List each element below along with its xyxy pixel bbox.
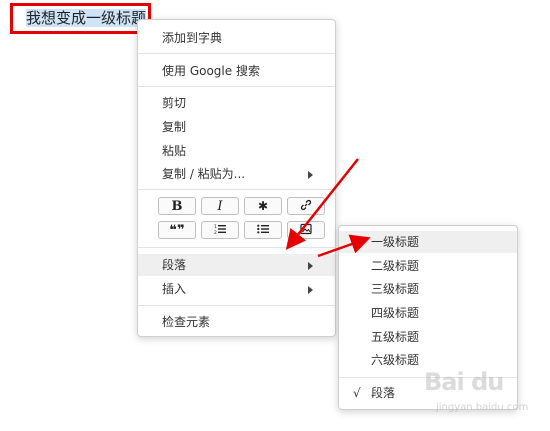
menu-separator (138, 247, 335, 248)
menu-item-paste[interactable]: 粘贴 (138, 140, 335, 162)
chevron-right-icon (308, 286, 313, 294)
asterisk-button[interactable]: ✱ (244, 197, 282, 215)
submenu-item-heading-1[interactable]: 一级标题 (339, 231, 517, 253)
ordered-list-icon: 12 (214, 223, 226, 237)
baidu-watermark: Bai du jingyan.baidu.com (424, 368, 536, 418)
image-button[interactable] (287, 221, 325, 239)
ordered-list-button[interactable]: 12 (201, 221, 239, 239)
menu-item-cut[interactable]: 剪切 (138, 92, 335, 114)
unordered-list-button[interactable] (244, 221, 282, 239)
baidu-logo-text: Bai du (424, 368, 504, 396)
menu-item-insert-label: 插入 (162, 282, 187, 296)
checkmark-icon: √ (353, 386, 361, 400)
menu-separator (138, 189, 335, 190)
submenu-item-heading-5[interactable]: 五级标题 (339, 326, 517, 348)
baidu-watermark-url: jingyan.baidu.com (436, 402, 529, 413)
menu-separator (138, 305, 335, 306)
menu-item-add-to-dictionary[interactable]: 添加到字典 (138, 27, 335, 49)
menu-item-insert[interactable]: 插入 (138, 278, 335, 300)
menu-separator (138, 53, 335, 54)
heading-text-box[interactable]: 我想变成一级标题 (10, 3, 151, 34)
context-menu: 添加到字典 使用 Google 搜索 剪切 复制 粘贴 复制 / 粘贴为... … (137, 19, 336, 337)
menu-item-paragraph-label: 段落 (162, 258, 187, 272)
bold-icon: B (171, 198, 183, 214)
italic-icon: I (217, 198, 223, 214)
menu-item-paragraph[interactable]: 段落 (138, 254, 335, 276)
svg-text:2: 2 (214, 230, 217, 235)
quote-icon: ❝❞ (169, 222, 185, 238)
submenu-item-heading-2[interactable]: 二级标题 (339, 255, 517, 277)
menu-item-search-google[interactable]: 使用 Google 搜索 (138, 60, 335, 82)
image-icon (300, 223, 312, 237)
menu-item-copy[interactable]: 复制 (138, 116, 335, 138)
menu-item-inspect[interactable]: 检查元素 (138, 311, 335, 333)
bold-button[interactable]: B (158, 197, 196, 215)
italic-button[interactable]: I (201, 197, 239, 215)
submenu-item-heading-3[interactable]: 三级标题 (339, 278, 517, 300)
menu-item-copy-paste-as[interactable]: 复制 / 粘贴为... (138, 163, 335, 185)
link-icon (300, 199, 312, 213)
chevron-right-icon (308, 262, 313, 270)
submenu-item-paragraph-label: 段落 (371, 386, 396, 400)
submenu-item-heading-4[interactable]: 四级标题 (339, 302, 517, 324)
svg-text:1: 1 (214, 224, 217, 230)
link-button[interactable] (287, 197, 325, 215)
menu-item-copy-paste-as-label: 复制 / 粘贴为... (162, 167, 246, 181)
asterisk-icon: ✱ (257, 199, 269, 213)
quote-button[interactable]: ❝❞ (158, 221, 196, 239)
selected-heading-text[interactable]: 我想变成一级标题 (26, 9, 147, 27)
unordered-list-icon (257, 223, 269, 237)
menu-separator (138, 86, 335, 87)
chevron-right-icon (308, 171, 313, 179)
